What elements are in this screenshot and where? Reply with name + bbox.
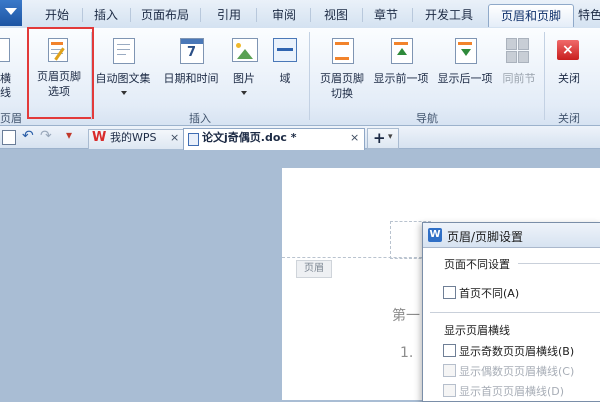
first-page-different-checkbox[interactable] [443,286,456,299]
tab-divider [310,8,311,22]
tab-divider [200,8,201,22]
tab-divider [130,8,131,22]
tab-divider [256,8,257,22]
close-header-footer-button[interactable]: × 关闭 [549,34,589,100]
first-page-header-line-checkbox [443,384,456,397]
field-button[interactable]: 域 [268,34,302,100]
tab-header-footer[interactable]: 页眉和页脚 [488,4,574,27]
tab-divider [412,8,413,22]
tab-my-wps-label: 我的WPS [110,131,157,144]
even-page-header-line-label: 显示偶数页页眉横线(C) [459,365,575,378]
tab-document-title: 论文j奇偶页.doc * [202,131,297,144]
tab-divider [82,8,83,22]
switch-header-footer-button[interactable]: 页眉页脚 切换 [313,34,371,104]
dialog-title: 页眉/页脚设置 [447,230,524,244]
odd-page-header-line-checkbox[interactable] [443,344,456,357]
header-boundary-line [282,257,422,258]
switch-header-footer-icon [332,38,354,64]
picture-button[interactable]: 图片 [228,34,262,100]
tab-insert[interactable]: 插入 [84,4,128,26]
new-tab-button[interactable]: + ▾ [367,128,399,149]
calendar-icon: 7 [180,38,204,64]
same-as-previous-button[interactable]: 同前节 [498,34,540,100]
tab-special[interactable]: 特色 [578,4,600,26]
dialog-title-bar[interactable]: W 页眉/页脚设置 [423,223,600,248]
header-footer-options-button[interactable]: 页眉页脚 选项 [30,30,88,112]
header-line-button[interactable]: 横线 [0,72,16,100]
document-icon [188,133,199,146]
dropdown-arrow-icon [121,91,127,95]
previous-icon [391,38,413,64]
header-tag: 页眉 [296,260,332,278]
picture-icon [232,38,258,62]
tab-page-layout[interactable]: 页面布局 [133,4,197,26]
section-heading-page-settings: 页面不同设置 [444,258,510,271]
tab-references[interactable]: 引用 [207,4,251,26]
group-divider [309,32,310,120]
tab-section[interactable]: 章节 [364,4,408,26]
body-text-line: 1. [400,345,414,361]
dropdown-arrow-icon [241,91,247,95]
app-menu-button[interactable] [0,0,22,26]
tab-divider [362,8,363,22]
tab-review[interactable]: 审阅 [262,4,306,26]
close-icon: × [557,40,579,60]
field-icon [273,38,297,62]
first-page-header-line-label: 显示首页页眉横线(D) [459,385,565,398]
next-icon [455,38,477,64]
tab-developer[interactable]: 开发工具 [416,4,482,26]
close-tab-icon[interactable]: × [170,129,179,147]
show-previous-button[interactable]: 显示前一项 [370,34,432,100]
chevron-down-icon: ▾ [388,132,393,142]
page-settings-icon [48,38,68,62]
group-divider [544,32,545,120]
horizontal-line-icon [0,38,12,64]
wps-logo-icon: W [92,130,107,145]
print-preview-icon[interactable] [2,130,16,145]
close-tab-icon[interactable]: × [350,129,359,147]
show-next-button[interactable]: 显示后一项 [434,34,496,100]
body-text-line: 第一 [392,308,420,324]
section-heading-header-line: 显示页眉横线 [444,324,510,337]
undo-icon[interactable]: ↶ [22,128,34,144]
wps-app-icon: W [428,228,442,242]
plus-icon: + [373,129,386,147]
group-label-header-footer: 页眉页脚 [0,112,22,124]
link-previous-icon [506,38,529,63]
even-page-header-line-checkbox [443,364,456,377]
first-page-different-label[interactable]: 首页不同(A) [459,285,519,301]
tab-home[interactable]: 开始 [34,4,80,26]
group-label-close: 关闭 [558,112,580,125]
odd-page-header-line-label[interactable]: 显示奇数页页眉横线(B) [459,343,574,359]
group-label-insert: 插入 [189,112,211,125]
section-divider [430,312,600,313]
tab-view[interactable]: 视图 [314,4,358,26]
autotext-icon [113,38,135,64]
group-label-navigation: 导航 [416,112,438,125]
section-divider [518,263,600,264]
date-time-button[interactable]: 7 日期和时间 [160,34,222,100]
chevron-down-icon [5,8,17,15]
redo-icon[interactable]: ↷ [40,128,52,144]
quick-access-dropdown-icon[interactable]: ▾ [66,128,72,142]
autotext-button[interactable]: 自动图文集 [94,34,152,100]
